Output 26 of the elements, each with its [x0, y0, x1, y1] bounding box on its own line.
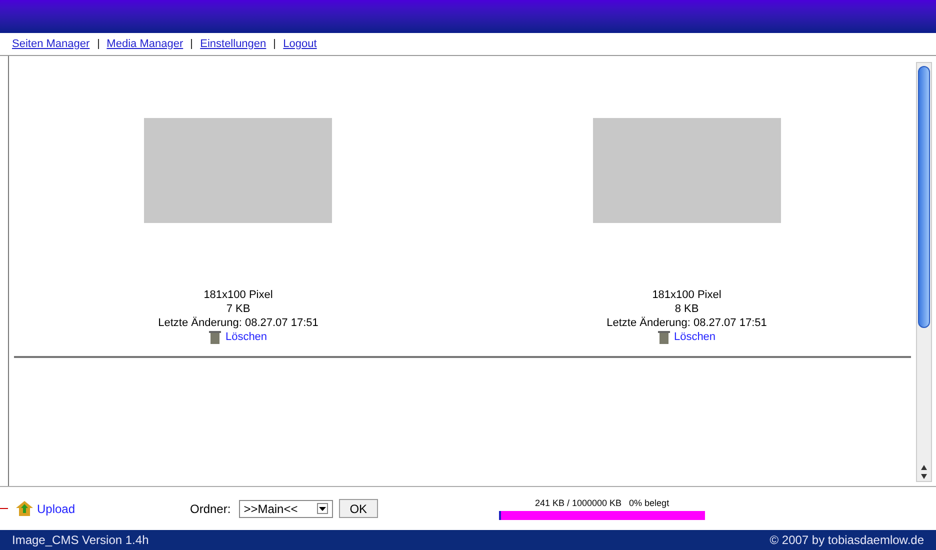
- folder-select[interactable]: >>Main<<: [238, 500, 333, 518]
- nav-link[interactable]: Logout: [283, 36, 317, 52]
- nav-link[interactable]: Einstellungen: [200, 36, 266, 52]
- file-size: 8 KB: [674, 302, 699, 316]
- ok-button[interactable]: OK: [338, 499, 378, 518]
- usage-text: 241 KB / 1000000 KB 0% belegt: [534, 497, 670, 510]
- trash-icon: [209, 330, 222, 344]
- modified-date: Letzte Änderung: 08.27.07 17:51: [158, 316, 318, 330]
- delete-link[interactable]: Löschen: [658, 330, 716, 344]
- delete-link[interactable]: Löschen: [209, 330, 268, 344]
- scroll-up-icon[interactable]: [921, 465, 927, 470]
- scroll-down-icon[interactable]: [921, 474, 927, 479]
- image-dimensions: 181x100 Pixel: [204, 288, 273, 302]
- caret-icon: [316, 503, 328, 514]
- scrollbar[interactable]: [916, 62, 932, 482]
- trash-icon: [658, 330, 670, 344]
- nav-link[interactable]: Seiten Manager: [12, 36, 90, 52]
- copyright-text: © 2007 by tobiasdaemlow.de: [770, 532, 924, 549]
- modified-date: Letzte Änderung: 08.27.07 17:51: [606, 316, 767, 330]
- nav-link[interactable]: Media Manager: [106, 36, 184, 52]
- file-size: 7 KB: [226, 302, 250, 316]
- upload-link[interactable]: Upload: [16, 500, 176, 518]
- house-icon: [16, 501, 33, 516]
- image-dimensions: 181x100 Pixel: [652, 288, 722, 302]
- folder-label: Ordner:: [190, 500, 231, 518]
- version-text: Image_CMS Version 1.4h: [12, 532, 149, 549]
